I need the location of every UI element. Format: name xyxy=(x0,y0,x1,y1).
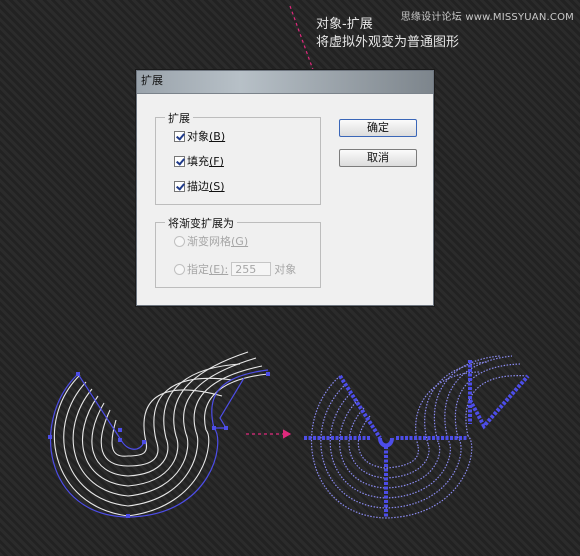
fill-checkbox-row[interactable]: 填充(F) xyxy=(174,155,224,169)
expanded-ring xyxy=(357,415,420,469)
object-checkbox[interactable] xyxy=(174,131,185,142)
stripe-arc xyxy=(82,395,179,487)
ok-button[interactable]: 确定 xyxy=(339,119,417,137)
anchor-point xyxy=(212,426,216,430)
object-mnemonic: (B) xyxy=(209,130,226,143)
specify-label: 指定 xyxy=(187,263,209,276)
specify-unit: 对象 xyxy=(274,263,297,276)
anchor-point xyxy=(142,440,146,444)
specify-radio-row[interactable]: 指定(E): 255 对象 xyxy=(174,262,296,276)
expanded-edge xyxy=(468,374,530,430)
object-after-expand xyxy=(304,355,530,519)
inner-path xyxy=(77,373,145,450)
gradient-mesh-radio[interactable] xyxy=(174,236,185,247)
stroke-checkbox-row[interactable]: 描边(S) xyxy=(174,180,225,194)
stripe-arc xyxy=(72,388,189,497)
anchor-point xyxy=(266,372,270,376)
stripe-arc xyxy=(91,402,169,477)
fill-checkbox[interactable] xyxy=(174,156,185,167)
dialog-title: 扩展 xyxy=(141,74,163,87)
stripe-arc xyxy=(163,363,241,439)
gradient-group-label: 将渐变扩展为 xyxy=(165,215,237,231)
expanded-edge xyxy=(338,374,382,440)
expanded-ring xyxy=(444,355,513,441)
expand-group-label: 扩展 xyxy=(165,110,193,126)
specify-value-field[interactable]: 255 xyxy=(231,262,272,276)
anchor-point xyxy=(118,428,122,432)
anchor-point xyxy=(118,438,122,442)
inner-path xyxy=(214,377,245,429)
fill-mnemonic: (F) xyxy=(209,155,224,168)
expanded-ring xyxy=(320,383,462,509)
expand-dialog: 扩展 扩展 对象(B) 填充(F) 描边(S) 将渐变扩展为 渐变网格(G) 指… xyxy=(136,70,434,306)
anchor-point xyxy=(76,372,80,376)
expand-group: 扩展 对象(B) 填充(F) 描边(S) xyxy=(155,110,321,205)
stroke-label: 描边 xyxy=(187,180,209,193)
gradient-group: 将渐变扩展为 渐变网格(G) 指定(E): 255 对象 xyxy=(155,215,321,288)
stripe-arc xyxy=(111,419,148,457)
expanded-ring xyxy=(454,363,521,439)
specify-radio[interactable] xyxy=(174,264,185,275)
stroke-mnemonic: (S) xyxy=(209,180,225,193)
cancel-button[interactable]: 取消 xyxy=(339,149,417,167)
gradient-mesh-label: 渐变网格 xyxy=(187,235,231,248)
anchor-point xyxy=(48,435,52,439)
anchor-point xyxy=(126,514,130,518)
stripe-arc xyxy=(143,389,223,443)
object-label: 对象 xyxy=(187,130,209,143)
dialog-titlebar[interactable]: 扩展 xyxy=(137,71,433,94)
stripe-arc xyxy=(204,373,269,431)
anchor-point xyxy=(224,426,228,430)
gradient-mesh-mnemonic: (G) xyxy=(231,235,249,248)
object-checkbox-row[interactable]: 对象(B) xyxy=(174,130,225,144)
stripe-arc xyxy=(53,374,210,517)
fill-label: 填充 xyxy=(187,155,209,168)
gradient-mesh-radio-row[interactable]: 渐变网格(G) xyxy=(174,235,248,249)
expanded-edge xyxy=(378,437,394,448)
stroke-checkbox[interactable] xyxy=(174,181,185,192)
stripe-arc xyxy=(100,409,159,467)
specify-mnemonic: (E): xyxy=(209,263,229,276)
object-before-expand xyxy=(48,351,270,518)
